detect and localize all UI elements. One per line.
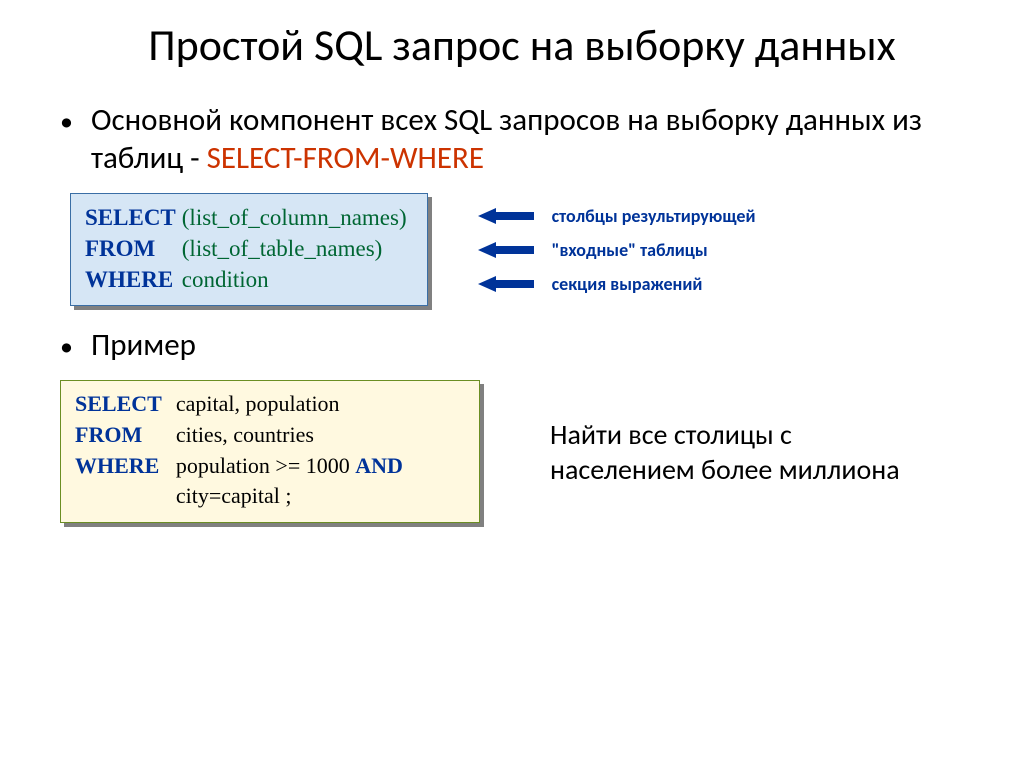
slide-title: Простой SQL запрос на выборку данных [60,20,984,71]
arrow-1: столбцы результирующей [478,205,756,227]
bullet-dot-icon: • [60,105,73,138]
arrow-left-icon [478,275,534,293]
ex-kw-select: SELECT [75,389,176,420]
arg-select: (list_of_column_names) [182,202,413,233]
bullet-2: • Пример [60,326,984,365]
syntax-row: SELECT (list_of_column_names) FROM (list… [70,193,984,306]
example-box: SELECT capital, population FROM cities, … [60,380,480,523]
ex-arg-select: capital, population [176,389,417,420]
arrow-left-icon [478,207,534,225]
kw-from: FROM [85,233,182,264]
ex-arg-where-2: city=capital ; [176,481,417,512]
kw-where: WHERE [85,264,182,295]
arrow-1-label: столбцы результирующей [552,205,756,227]
ex-kw-and: AND [355,453,403,478]
arrow-left-icon [478,241,534,259]
arrow-2-label: "входные" таблицы [552,239,708,261]
bullet-2-text: Пример [91,326,984,365]
kw-select: SELECT [85,202,182,233]
arrow-labels: столбцы результирующей "входные" таблицы… [478,205,756,295]
ex-kw-where: WHERE [75,451,176,482]
syntax-box: SELECT (list_of_column_names) FROM (list… [70,193,428,306]
arrow-3-label: секция выражений [552,273,703,295]
example-description: Найти все столицы с населением более мил… [550,417,910,487]
bullet-dot-icon: • [60,330,73,363]
ex-arg-where-1: population >= 1000 [176,453,355,478]
bullet-1: • Основной компонент всех SQL запросов н… [60,101,984,179]
arrow-3: секция выражений [478,273,756,295]
ex-kw-from: FROM [75,420,176,451]
arg-where: condition [182,264,413,295]
bullet-1-red: SELECT-FROM-WHERE [207,139,484,177]
example-row: SELECT capital, population FROM cities, … [60,380,984,523]
arrow-2: "входные" таблицы [478,239,756,261]
arg-from: (list_of_table_names) [182,233,413,264]
ex-arg-from: cities, countries [176,420,417,451]
